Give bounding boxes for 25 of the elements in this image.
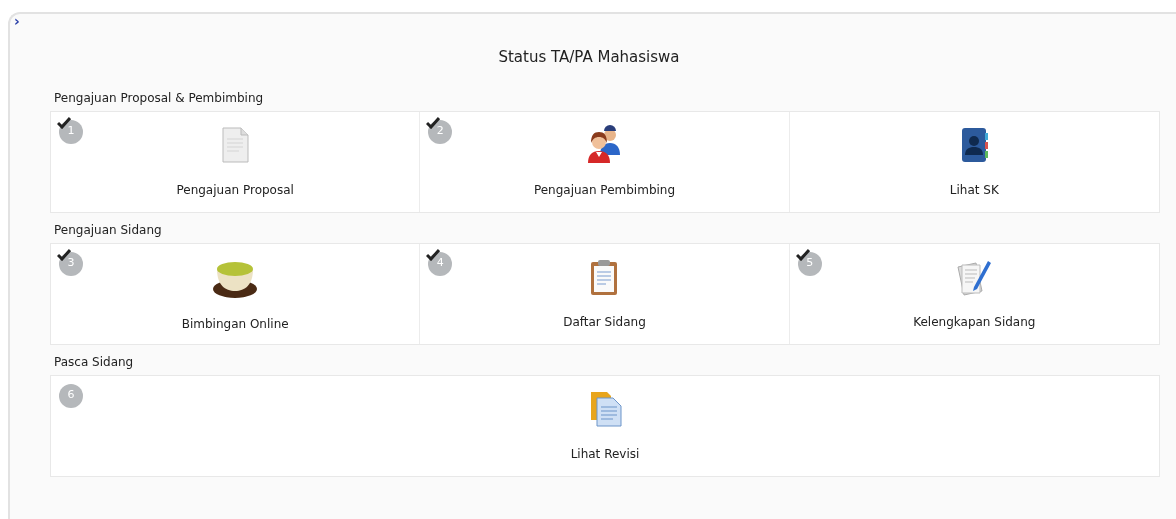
menu-tile[interactable]: 4 Daftar Sidang — [420, 243, 790, 344]
menu-tile[interactable]: 1 Pengajuan Proposal — [51, 111, 421, 212]
section-heading: Pasca Sidang — [54, 353, 135, 371]
menu-tile[interactable]: 2 Pengajuan Pembimbing — [420, 111, 790, 212]
tile-label: Bimbingan Online — [181, 315, 289, 333]
menu-tile[interactable]: Lihat SK — [789, 111, 1159, 212]
step-number: 1 — [59, 119, 83, 144]
tile-label: Kelengkapan Sidang — [913, 313, 1036, 331]
tile-label: Daftar Sidang — [563, 313, 646, 331]
tile-label: Pengajuan Pembimbing — [533, 181, 676, 199]
step-number: 2 — [428, 119, 453, 144]
page-title: Status TA/PA Mahasiswa — [497, 47, 681, 68]
section-heading: Pengajuan Sidang — [54, 221, 163, 239]
menu-tile[interactable]: 6 Lihat Revisi — [51, 375, 1159, 476]
tile-label: Pengajuan Proposal — [176, 181, 294, 199]
step-number: 6 — [59, 383, 83, 408]
tile-label: Lihat Revisi — [570, 445, 640, 463]
step-number: 5 — [797, 251, 822, 276]
tile-label: Lihat SK — [949, 181, 999, 199]
step-number: 4 — [428, 251, 453, 276]
menu-tile[interactable]: 5 Kelengkapan Sidang — [789, 243, 1159, 344]
expand-toggle[interactable]: › — [14, 14, 20, 28]
step-number: 3 — [59, 251, 83, 276]
menu-tile[interactable]: 3 Bimbingan Online — [51, 243, 421, 344]
section-heading: Pengajuan Proposal & Pembimbing — [54, 89, 265, 107]
